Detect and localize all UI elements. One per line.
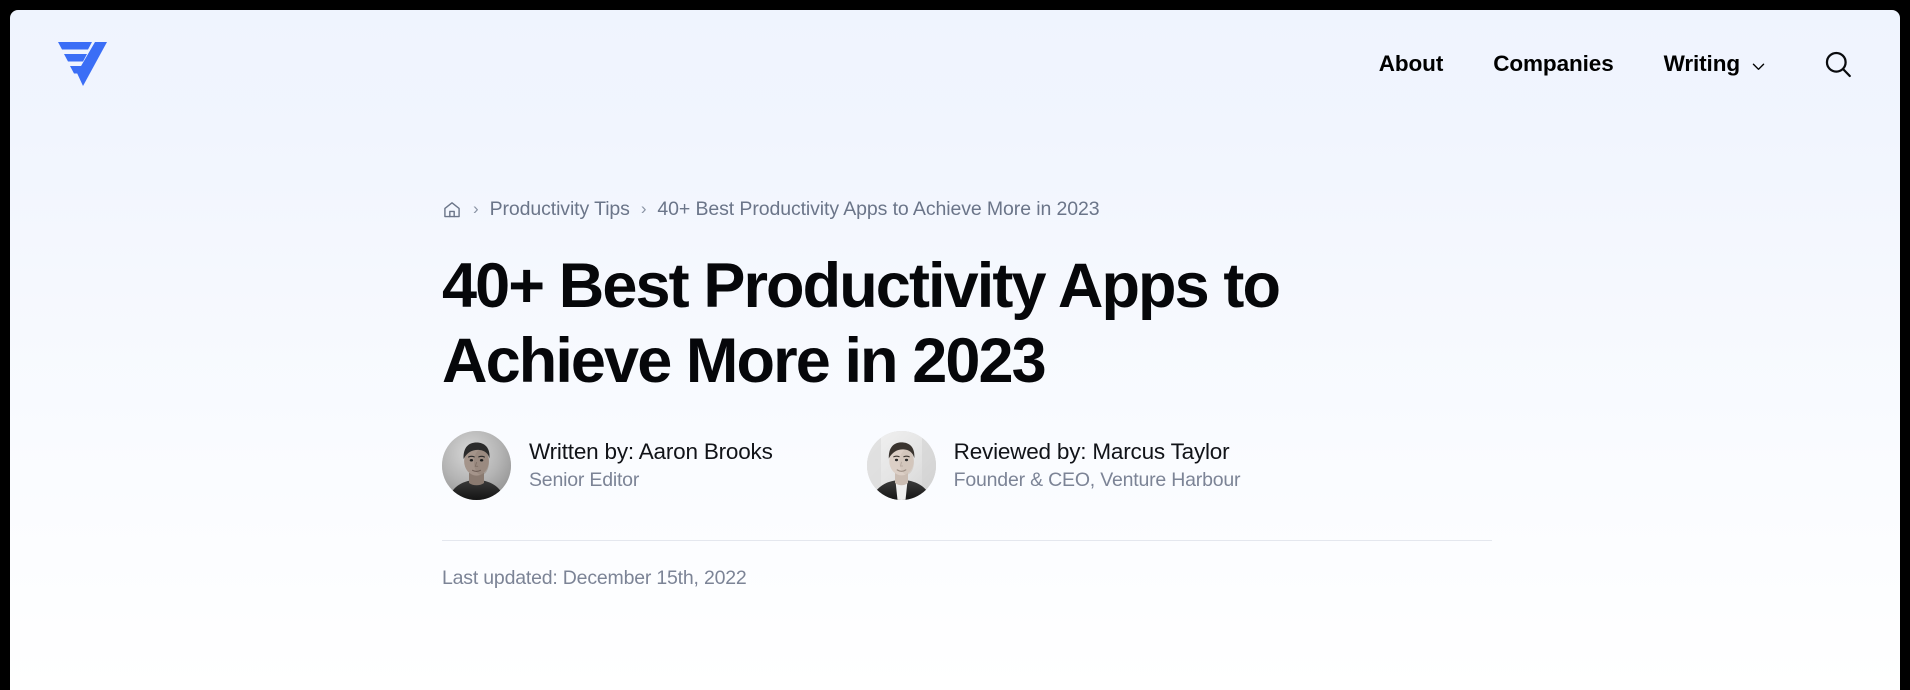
- nav-item-about-label: About: [1378, 51, 1444, 76]
- reviewer-avatar: [866, 430, 936, 500]
- breadcrumb: › Productivity Tips › 40+ Best Productiv…: [442, 196, 1492, 222]
- nav-item-companies-label: Companies: [1493, 51, 1614, 76]
- author-name: Written by: Aaron Brooks: [529, 438, 773, 464]
- breadcrumb-separator-2: ›: [640, 199, 647, 218]
- page-root: About Companies Writing › Productivity T…: [10, 10, 1900, 690]
- chevron-down-icon: [1751, 59, 1766, 74]
- reviewer-name: Reviewed by: Marcus Taylor: [953, 438, 1230, 464]
- author-role: Senior Editor: [529, 468, 640, 491]
- section-divider: [442, 539, 1492, 542]
- nav-item-companies[interactable]: Companies: [1493, 45, 1613, 83]
- site-header: About Companies Writing: [10, 10, 1900, 118]
- author-avatar: [442, 430, 511, 500]
- nav-item-writing[interactable]: Writing: [1664, 45, 1766, 83]
- byline-row: Written by: Aaron Brooks Senior Editor R…: [442, 430, 1492, 500]
- page-title: 40+ Best Productivity Apps to Achieve Mo…: [442, 251, 1281, 396]
- reviewer-role: Founder & CEO, Venture Harbour: [953, 468, 1241, 491]
- breadcrumb-separator-1: ›: [473, 199, 479, 218]
- article-header-block: › Productivity Tips › 40+ Best Productiv…: [442, 118, 1492, 590]
- primary-navigation: About Companies Writing: [1329, 44, 1858, 84]
- byline-author[interactable]: Written by: Aaron Brooks Senior Editor: [442, 430, 773, 500]
- byline-reviewer[interactable]: Reviewed by: Marcus Taylor Founder & CEO…: [866, 430, 1241, 500]
- logo-mark-icon: [58, 42, 107, 86]
- nav-item-about[interactable]: About: [1378, 45, 1444, 83]
- author-text: Written by: Aaron Brooks Senior Editor: [529, 439, 773, 492]
- reviewer-text: Reviewed by: Marcus Taylor Founder & CEO…: [954, 439, 1241, 492]
- nav-item-writing-label: Writing: [1663, 51, 1740, 76]
- venture-harbour-logo[interactable]: [56, 40, 110, 88]
- search-icon: [1823, 49, 1853, 79]
- breadcrumb-item-current: 40+ Best Productivity Apps to Achieve Mo…: [657, 197, 1100, 220]
- browser-frame: About Companies Writing › Productivity T…: [0, 0, 1910, 690]
- last-updated-text: Last updated: December 15th, 2022: [442, 567, 747, 590]
- breadcrumb-item-productivity-tips[interactable]: Productivity Tips: [490, 198, 630, 221]
- home-icon[interactable]: [442, 200, 462, 220]
- search-button[interactable]: [1818, 44, 1858, 84]
